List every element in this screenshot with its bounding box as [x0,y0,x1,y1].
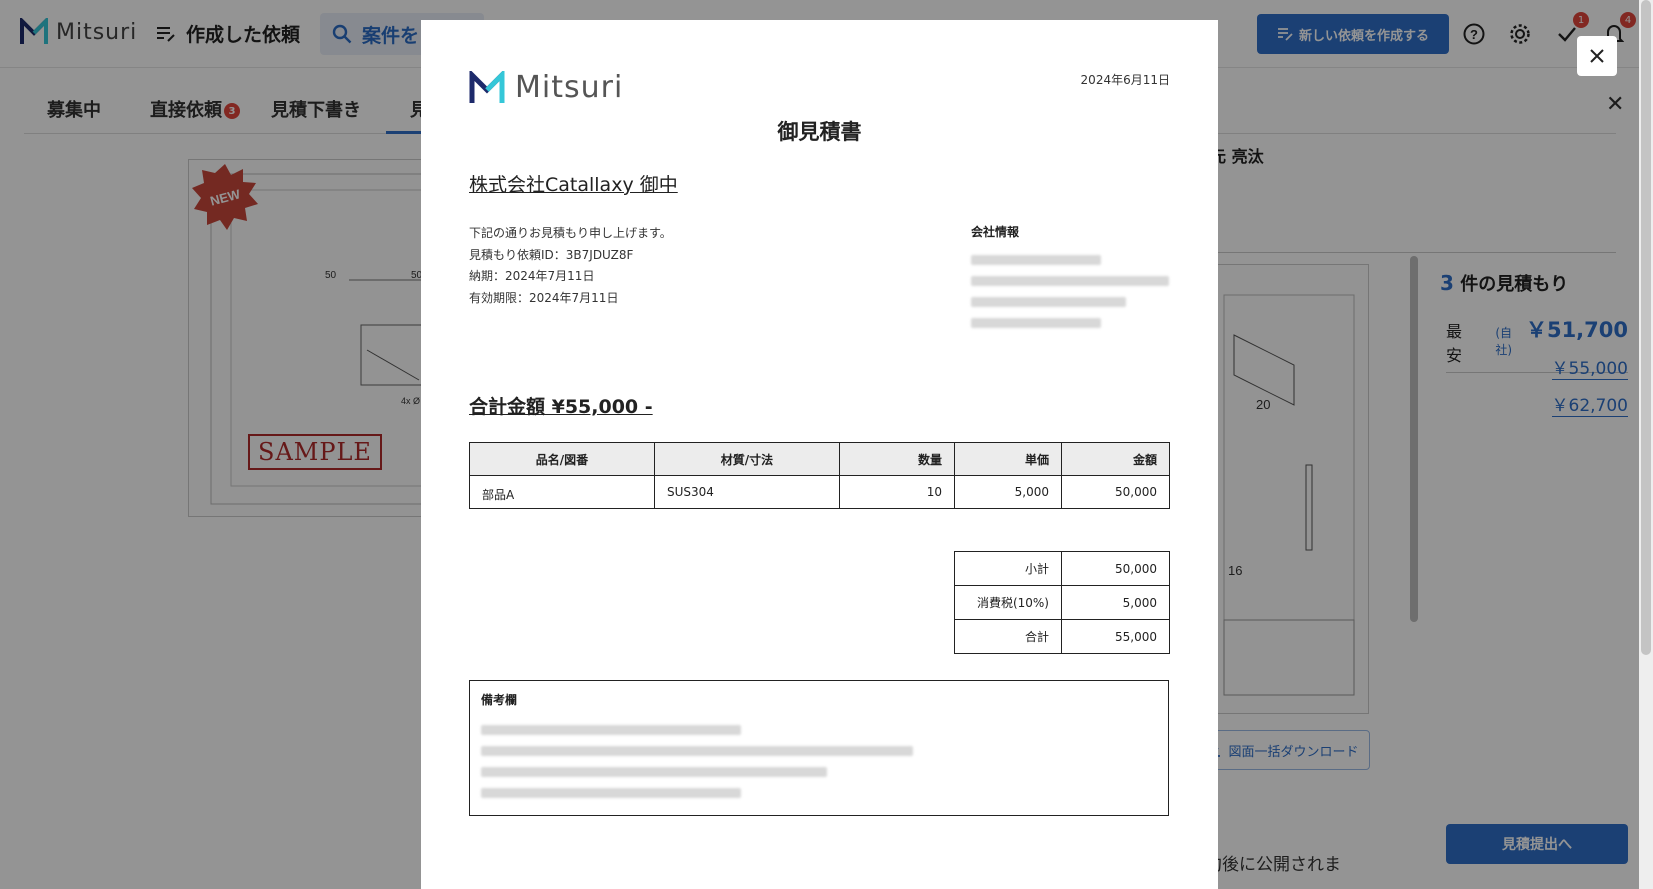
total-row: 合計 55,000 [954,619,1170,654]
page-scrollbar[interactable] [1641,0,1651,655]
redacted-line [971,255,1101,265]
redacted-line [971,276,1169,286]
mitsuri-logo-icon [469,70,505,103]
cell-material: SUS304 [654,475,840,509]
redacted-line [971,297,1126,307]
intro-text: 下記の通りお見積もり申し上げます。 [469,226,672,240]
redacted-line [481,725,741,735]
summary-value: 50,000 [1061,551,1170,586]
request-id: 見積もり依頼ID：3B7JDUZ8F [469,247,634,262]
cell-quantity: 10 [839,475,955,509]
col-header: 単価 [954,442,1062,476]
redacted-line [481,746,913,756]
summary-value: 55,000 [1061,619,1170,654]
summary-table: 小計 50,000 消費税(10%) 5,000 合計 55,000 [954,551,1170,654]
logo-text: Mitsuri [515,70,624,105]
document-title: 御見積書 [777,120,862,144]
cell-amount: 50,000 [1061,475,1170,509]
redacted-line [481,788,741,798]
summary-label: 合計 [954,619,1062,654]
col-header: 品名/図番 [469,442,655,476]
validity-date: 有効期限：2024年7月11日 [469,290,619,305]
client-name: 株式会社Catallaxy 御中 [469,174,678,196]
subtotal-row: 小計 50,000 [954,551,1170,586]
remarks-box: 備考欄 [469,680,1169,816]
cell-unit-price: 5,000 [954,475,1062,509]
total-amount: 合計金額 ¥55,000 - [469,396,653,418]
table-row: 部品A SUS304 10 5,000 50,000 [469,475,1170,509]
cell-part-name: 部品A [469,475,655,509]
remarks-label: 備考欄 [481,693,518,707]
items-table: 品名/図番 材質/寸法 数量 単価 金額 部品A SUS304 10 5,000… [469,442,1170,509]
col-header: 数量 [839,442,955,476]
tax-row: 消費税(10%) 5,000 [954,585,1170,620]
quote-info: 下記の通りお見積もり申し上げます。 見積もり依頼ID：3B7JDUZ8F 納期：… [469,223,672,309]
col-header: 材質/寸法 [654,442,840,476]
document-logo: Mitsuri [469,70,623,105]
modal-close-button[interactable] [1577,36,1617,76]
quotation-modal: Mitsuri 2024年6月11日 御見積書 株式会社Catallaxy 御中… [421,20,1218,889]
summary-label: 小計 [954,551,1062,586]
company-info-label: 会社情報 [971,225,1020,239]
delivery-date: 納期：2024年7月11日 [469,269,595,283]
redacted-line [481,767,827,777]
close-icon [1590,49,1604,63]
summary-value: 5,000 [1061,585,1170,620]
summary-label: 消費税(10%) [954,585,1062,620]
issue-date: 2024年6月11日 [1080,73,1170,87]
redacted-line [971,318,1101,328]
col-header: 金額 [1061,442,1170,476]
table-header-row: 品名/図番 材質/寸法 数量 単価 金額 [469,442,1170,476]
